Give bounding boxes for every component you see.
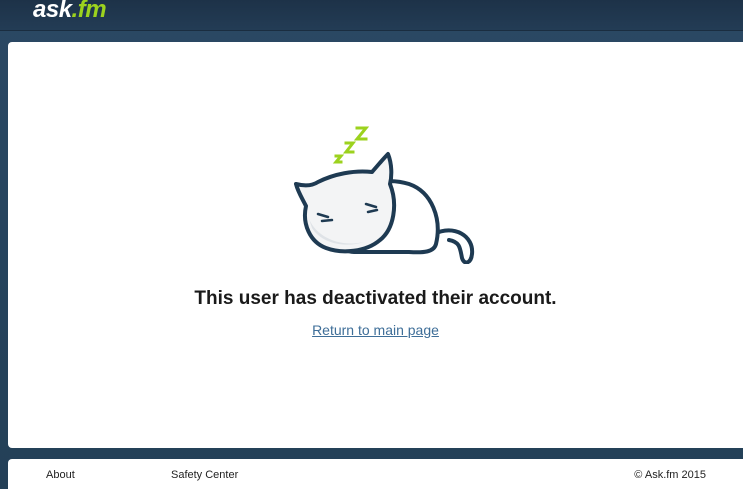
deactivated-message: This user has deactivated their account.: [194, 288, 557, 309]
sleeping-cat-icon: [294, 126, 475, 264]
askfm-logo[interactable]: ask.fm: [33, 0, 107, 24]
main-panel: This user has deactivated their account.…: [8, 42, 743, 448]
return-link-container: Return to main page: [8, 322, 743, 338]
logo-text-ask: ask: [33, 0, 72, 23]
logo-text-fm: fm: [77, 0, 107, 23]
footer-copyright: © Ask.fm 2015: [634, 469, 706, 481]
top-bar: ask.fm: [0, 0, 743, 31]
footer: About Safety Center © Ask.fm 2015: [8, 459, 743, 489]
footer-about-link[interactable]: About: [46, 469, 75, 481]
return-to-main-link[interactable]: Return to main page: [312, 322, 439, 338]
footer-safety-center-link[interactable]: Safety Center: [171, 469, 238, 481]
